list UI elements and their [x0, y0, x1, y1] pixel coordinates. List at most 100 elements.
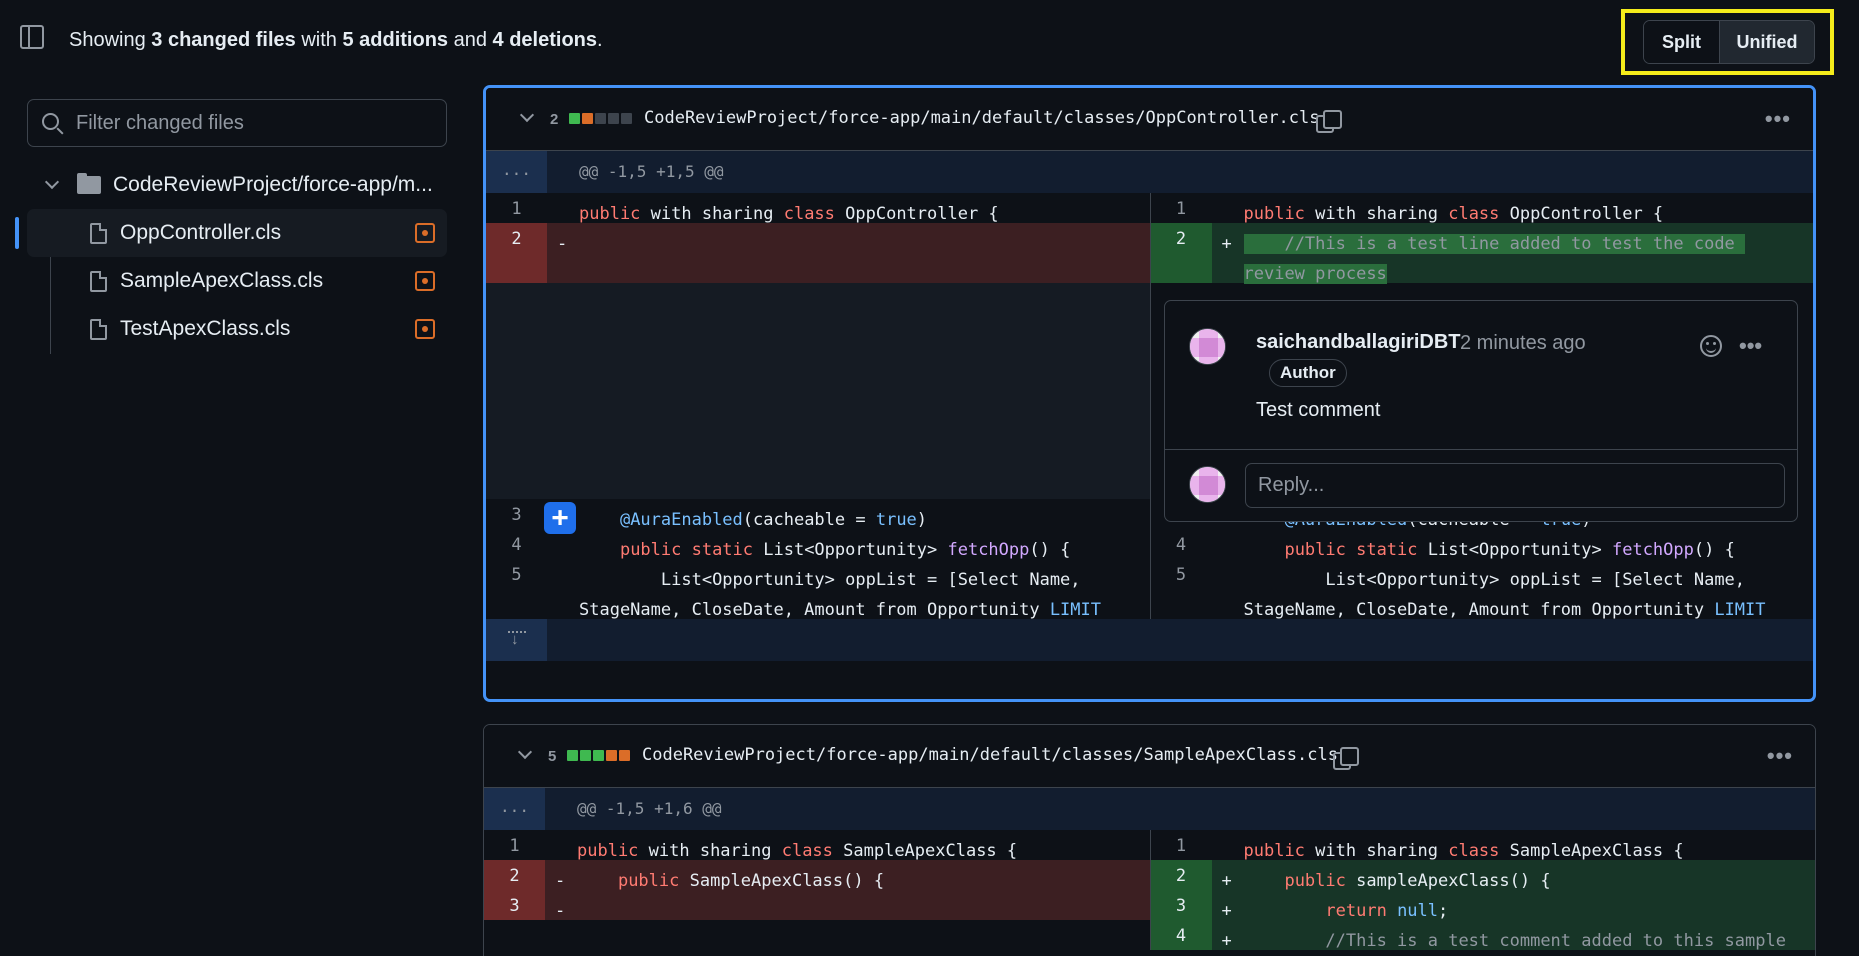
diff-row-changed: 2- 2 + //This is a test line added to tes… [486, 223, 1813, 284]
file-icon [90, 222, 107, 244]
line-number[interactable]: 2 [486, 223, 547, 283]
line-number[interactable]: 5 [486, 559, 547, 619]
copy-icon[interactable] [1316, 110, 1342, 133]
more-options-icon[interactable]: ••• [1767, 743, 1793, 769]
diffstat-block [567, 750, 578, 761]
expand-down-button[interactable] [486, 619, 547, 661]
line-number[interactable]: 1 [1151, 830, 1212, 860]
file-modified-icon [415, 271, 435, 291]
comment-author[interactable]: saichandballagiriDBT [1256, 331, 1461, 354]
deleted-line: - public SampleApexClass() { [545, 860, 1150, 891]
avatar[interactable] [1189, 328, 1226, 365]
expand-down-icon [508, 629, 526, 651]
added-comment: //This is a test comment added to this s… [1243, 931, 1786, 951]
active-indicator [15, 217, 19, 249]
sidebar-toggle-icon[interactable] [20, 25, 44, 49]
more-options-icon[interactable]: ••• [1765, 106, 1791, 132]
collapse-chevron-icon[interactable] [519, 107, 535, 123]
added-line: + public sampleApexClass() { [1211, 860, 1815, 891]
line-number[interactable]: 2 [1150, 223, 1212, 283]
line-number[interactable]: 4 [1150, 920, 1212, 950]
empty-left-side [486, 283, 1150, 499]
line-number[interactable]: 1 [486, 193, 547, 223]
file-label: SampleApexClass.cls [120, 269, 324, 292]
tree-file-sampleapexclass[interactable]: SampleApexClass.cls [27, 257, 447, 305]
added-line: + //This is a test line added to test th… [1211, 223, 1813, 284]
view-toggle: Split Unified [1643, 20, 1815, 64]
line-number[interactable]: 3 [1150, 890, 1212, 920]
diffstat-blocks [569, 113, 632, 124]
comment-time[interactable]: 2 minutes ago [1460, 332, 1586, 355]
file-icon [90, 318, 107, 340]
folder-icon [77, 173, 101, 194]
diff-row: 4 public static List<Opportunity> fetchO… [486, 529, 1813, 560]
split-view-button[interactable]: Split [1644, 21, 1719, 63]
line-number[interactable]: 4 [486, 529, 547, 559]
add-sign: + [1221, 234, 1232, 254]
file-tree: CodeReviewProject/force-app/m... OppCont… [15, 161, 447, 354]
deleted-line: - [545, 890, 1150, 921]
diff-row: 5 List<Opportunity> oppList = [Select Na… [486, 559, 1813, 650]
line-number[interactable]: 3 [486, 499, 547, 529]
file-modified-icon [415, 319, 435, 339]
diff-row: 1 public with sharing class OppController… [486, 193, 1813, 224]
code-line: public with sharing class OppController … [579, 204, 999, 224]
change-count: 5 [548, 748, 557, 765]
line-number[interactable]: 2 [1150, 860, 1212, 890]
diffstat-blocks [567, 750, 630, 761]
code-line: public with sharing class SampleApexClas… [577, 841, 1018, 861]
tree-file-testapexclass[interactable]: TestApexClass.cls [27, 305, 447, 353]
del-sign: - [557, 234, 568, 254]
search-icon [42, 113, 59, 130]
collapse-chevron-icon[interactable] [517, 744, 533, 760]
file-diff-sampleapexclass: 5 CodeReviewProject/force-app/main/defau… [483, 724, 1816, 956]
unified-view-button[interactable]: Unified [1719, 21, 1814, 63]
filter-input[interactable] [76, 100, 436, 146]
tree-folder[interactable]: CodeReviewProject/force-app/m... [27, 161, 447, 209]
empty-left-side [484, 920, 1150, 950]
line-number[interactable]: 2 [484, 860, 545, 890]
folder-label: CodeReviewProject/force-app/m... [113, 173, 433, 196]
copy-icon[interactable] [1333, 747, 1359, 770]
author-badge: Author [1269, 359, 1347, 387]
more-options-icon[interactable]: ••• [1739, 333, 1762, 359]
added-line: + return null; [1211, 890, 1815, 921]
summary-files: 3 changed files [151, 29, 296, 51]
line-number[interactable]: 4 [1151, 529, 1212, 559]
expand-down-row [486, 619, 1813, 661]
line-number[interactable]: 1 [484, 830, 545, 860]
smiley-icon[interactable] [1700, 335, 1722, 357]
hunk-header: ... @@ -1,5 +1,6 @@ [484, 788, 1815, 830]
comment-thread: saichandballagiriDBT 2 minutes ago Autho… [1164, 300, 1798, 522]
code-line: public static List<Opportunity> fetchOpp… [1284, 540, 1735, 560]
avatar [1189, 466, 1226, 503]
added-code: //This is a test line added to test the … [1243, 234, 1746, 284]
add-sign: + [1221, 931, 1232, 951]
line-number[interactable]: 3 [484, 890, 545, 920]
change-count: 2 [550, 111, 559, 128]
reply-input[interactable] [1245, 463, 1785, 508]
diffstat-block [621, 113, 632, 124]
summary-mid1: with [295, 29, 343, 51]
comment-body: Test comment [1256, 399, 1381, 421]
diff-row-changed: 3- 3 + return null; [484, 890, 1815, 921]
diffstat-block [580, 750, 591, 761]
diffstat-block [619, 750, 630, 761]
line-number[interactable]: 5 [1151, 559, 1212, 619]
file-path: CodeReviewProject/force-app/main/default… [644, 108, 1320, 128]
code-line: public with sharing class OppController … [1243, 204, 1664, 224]
diffstat-block [595, 113, 606, 124]
file-modified-icon [415, 223, 435, 243]
expand-up-button[interactable]: ... [484, 788, 545, 830]
summary-prefix: Showing [69, 29, 152, 51]
diffstat-block [606, 750, 617, 761]
hunk-text: @@ -1,5 +1,6 @@ [577, 799, 722, 818]
diffstat-block [569, 113, 580, 124]
file-label: OppController.cls [120, 221, 282, 244]
tree-file-oppcontroller[interactable]: OppController.cls [15, 209, 447, 257]
line-number[interactable]: 1 [1151, 193, 1212, 223]
diff-header: 5 CodeReviewProject/force-app/main/defau… [484, 725, 1815, 788]
expand-up-button[interactable]: ... [486, 151, 547, 193]
diff-row: 1 public with sharing class SampleApexCla… [484, 830, 1815, 861]
file-icon [90, 270, 107, 292]
